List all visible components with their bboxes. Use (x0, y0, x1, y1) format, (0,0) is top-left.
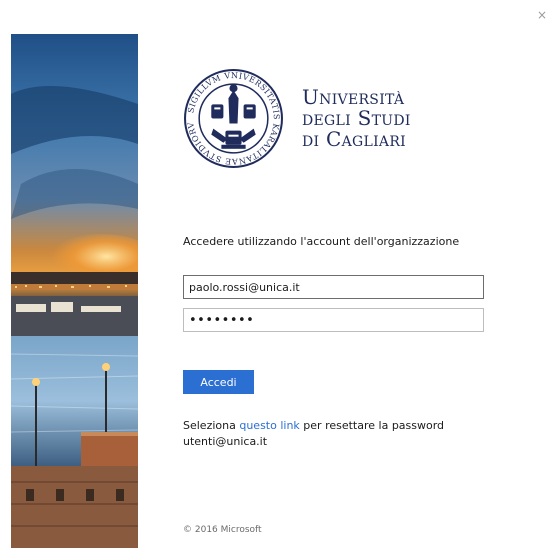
password-reset-help: Seleziona questo link per resettare la p… (183, 418, 444, 450)
login-window: × SIGILLVM VNIVERSITATIS KARALITANAE STV… (0, 0, 554, 548)
email-field[interactable] (183, 275, 484, 299)
university-name-line-3: di Cagliari (302, 127, 407, 151)
close-icon[interactable]: × (536, 9, 548, 21)
copyright-footer: © 2016 Microsoft (183, 525, 262, 535)
university-logo: SIGILLVM VNIVERSITATIS KARALITANAE STVDI… (183, 68, 411, 169)
help-prefix: Seleziona (183, 419, 240, 432)
university-name-line-2: degli Studi (302, 106, 411, 130)
university-seal-icon: SIGILLVM VNIVERSITATIS KARALITANAE STVDI… (183, 68, 283, 168)
help-suffix: per resettare la password (299, 419, 445, 432)
help-email: utenti@unica.it (183, 435, 268, 448)
harbor-night-photo (11, 34, 138, 548)
reset-password-link[interactable]: questo link (239, 419, 299, 432)
sign-in-button[interactable]: Accedi (183, 370, 254, 394)
university-name-line-1: Università (302, 85, 405, 109)
password-field[interactable] (183, 308, 484, 332)
university-name: Università degli Studi di Cagliari (302, 87, 411, 150)
sign-in-prompt: Accedere utilizzando l'account dell'orga… (183, 235, 460, 248)
